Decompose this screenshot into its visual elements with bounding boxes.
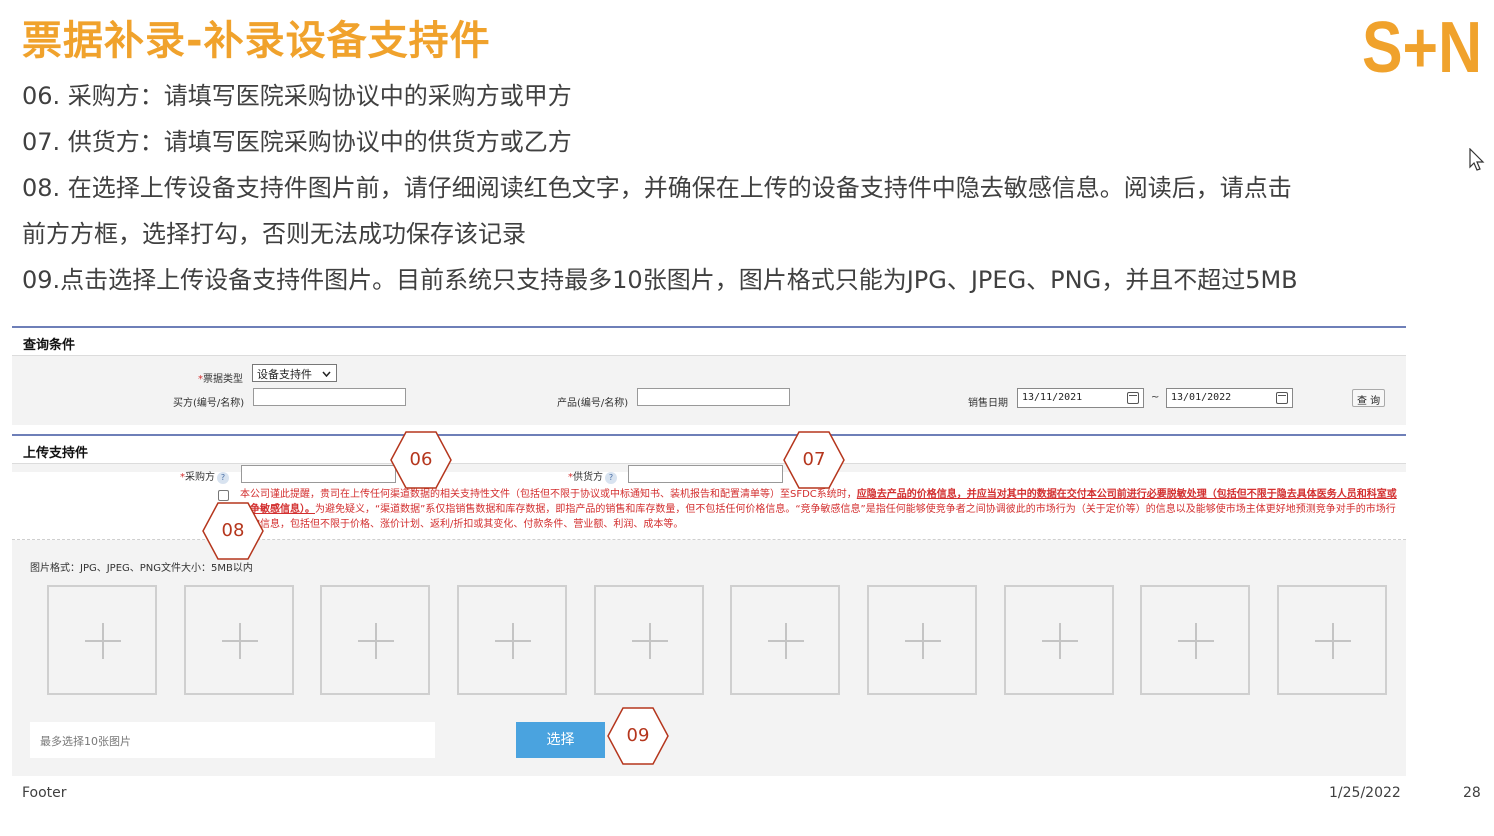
select-files-button[interactable]: 选择 [516, 722, 605, 758]
acknowledge-checkbox[interactable] [218, 490, 229, 501]
upload-panel-header: 上传支持件 [12, 436, 1406, 464]
purchaser-label: *采购方? [180, 468, 229, 484]
query-panel-header: 查询条件 [12, 328, 1406, 356]
callout-marker-09: 09 [607, 707, 669, 765]
instruction-06: 06. 采购方：请填写医院采购协议中的采购方或甲方 [22, 82, 572, 110]
date-from-field[interactable]: 13/11/2021 [1017, 388, 1144, 408]
mouse-cursor-icon [1469, 148, 1485, 171]
date-separator: ~ [1151, 392, 1160, 403]
instruction-09: 09.点击选择上传设备支持件图片。目前系统只支持最多10张图片，图片格式只能为J… [22, 266, 1298, 294]
product-input[interactable] [637, 388, 790, 406]
date-to-field[interactable]: 13/01/2022 [1166, 388, 1293, 408]
calendar-icon[interactable] [1127, 392, 1139, 404]
product-label: 产品(编号/名称) [557, 398, 629, 409]
image-slot[interactable] [1004, 585, 1114, 695]
query-button[interactable]: 查 询 [1352, 389, 1386, 407]
image-slot[interactable] [594, 585, 704, 695]
page-number: 28 [1463, 785, 1481, 801]
purchaser-input[interactable] [241, 465, 396, 483]
image-slot[interactable] [1140, 585, 1250, 695]
image-slot[interactable] [730, 585, 840, 695]
supplier-input[interactable] [628, 465, 783, 483]
help-icon[interactable]: ? [605, 472, 617, 484]
query-panel-title: 查询条件 [23, 338, 76, 353]
callout-marker-07: 07 [783, 431, 845, 489]
image-slot[interactable] [320, 585, 430, 695]
callout-marker-06: 06 [390, 431, 452, 489]
sensitive-info-notice: 本公司谨此提醒，贵司在上传任何渠道数据的相关支持性文件（包括但不限于协议或中标通… [240, 489, 1397, 530]
image-slot[interactable] [1277, 585, 1387, 695]
file-picker-input[interactable]: 最多选择10张图片 [30, 722, 435, 758]
brand-logo: S+N [1362, 10, 1482, 80]
ticket-type-select[interactable]: 设备支持件 [252, 364, 337, 382]
ticket-type-label: *票据类型 [198, 374, 243, 385]
image-slot[interactable] [457, 585, 567, 695]
image-slot[interactable] [184, 585, 294, 695]
svg-text:S+N: S+N [1362, 10, 1482, 80]
callout-marker-08: 08 [202, 502, 264, 560]
chevron-down-icon [322, 371, 331, 377]
help-icon[interactable]: ? [217, 472, 229, 484]
image-slot[interactable] [867, 585, 977, 695]
format-hint: 图片格式：JPG、JPEG、PNG文件大小：5MB以内 [30, 563, 253, 574]
slide-title: 票据补录-补录设备支持件 [22, 18, 491, 64]
buyer-label: 买方(编号/名称) [173, 398, 245, 409]
instruction-08-continued: 前方方框，选择打勾，否则无法成功保存该记录 [22, 220, 526, 248]
buyer-input[interactable] [253, 388, 406, 406]
instruction-08: 08. 在选择上传设备支持件图片前，请仔细阅读红色文字，并确保在上传的设备支持件… [22, 174, 1292, 202]
image-slot[interactable] [47, 585, 157, 695]
footer-label: Footer [22, 785, 67, 801]
instruction-07: 07. 供货方：请填写医院采购协议中的供货方或乙方 [22, 128, 572, 156]
supplier-label: *供货方? [568, 468, 617, 484]
upload-panel-title: 上传支持件 [23, 446, 89, 461]
sale-date-label: 销售日期 [968, 398, 1008, 409]
calendar-icon[interactable] [1276, 392, 1288, 404]
footer-date: 1/25/2022 [1329, 785, 1401, 801]
